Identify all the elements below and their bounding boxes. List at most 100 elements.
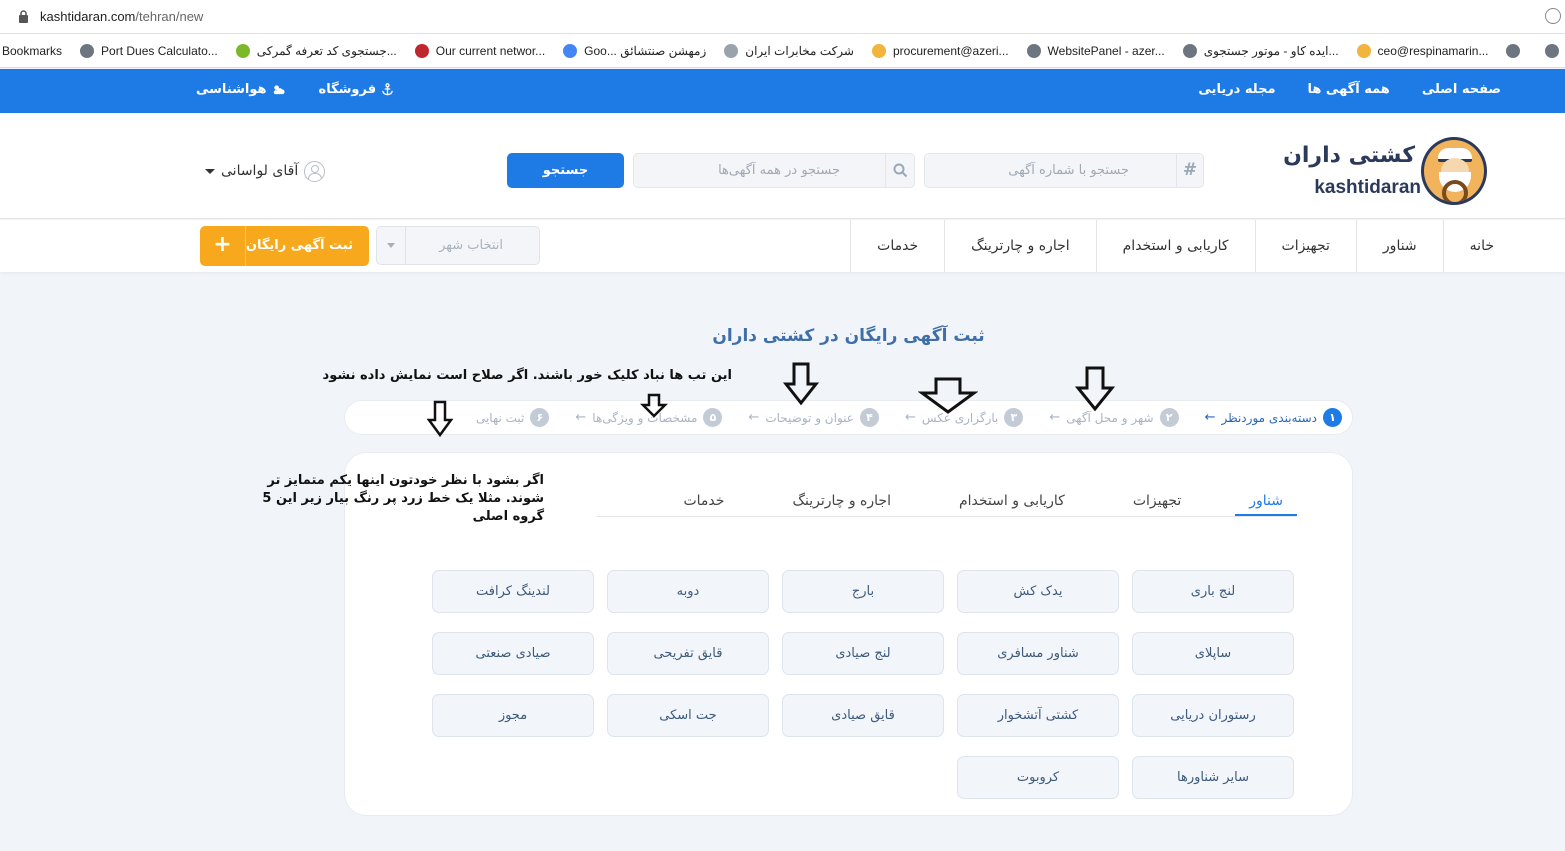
bookmark-favicon-icon [80, 43, 95, 58]
catnav-equipment[interactable]: تجهیزات [1254, 220, 1356, 272]
subcategory-chip[interactable]: جت اسکی [607, 694, 769, 737]
subcategory-chip[interactable]: دوبه [607, 570, 769, 613]
subcategory-chip[interactable]: مجوز [432, 694, 594, 737]
bookmark-item[interactable]: ceo@respinamarin... [1356, 43, 1488, 58]
step-label: دسته‌بندی موردنظر [1221, 410, 1318, 425]
catnav-jobs[interactable]: کاریابی و استخدام [1095, 220, 1255, 272]
bookmark-item[interactable]: جستجوی کد تعرفه گمرکی... [235, 43, 397, 58]
category-tab[interactable]: خدمات [669, 493, 738, 516]
bookmark-item[interactable] [1506, 43, 1527, 58]
bookmark-label: جستجوی کد تعرفه گمرکی... [256, 43, 397, 58]
subcategory-chip[interactable]: شناور مسافری [957, 632, 1119, 675]
bookmark-label: شرکت مخابرات ایران [745, 43, 854, 58]
bookmark-favicon-icon [1026, 43, 1041, 58]
topnav-shop-link[interactable]: فروشگاه [319, 82, 395, 97]
bookmark-item[interactable]: Port Dues Calculato... [80, 43, 218, 58]
user-name: آقای لواسانی [221, 163, 299, 179]
bookmark-item[interactable]: Bookmarks [2, 44, 62, 58]
annotation-arrow-down-icon [1075, 366, 1115, 412]
wizard-step: ۶ ثبت نهایی [475, 408, 550, 427]
subcategory-chip[interactable]: کشتی آتشخوار [957, 694, 1119, 737]
step-number: ۳ [1004, 408, 1024, 427]
bookmark-favicon-icon [1506, 43, 1521, 58]
browser-url-bar[interactable]: kashtidaran.com/tehran/new [0, 0, 1565, 34]
category-tab[interactable]: اجاره و چارترینگ [778, 493, 905, 516]
topnav-all-ads-link[interactable]: همه آگهی ها [1308, 82, 1390, 97]
annotation-note-groups: اگر بشود با نظر خودتون اینها یکم متمایز … [262, 473, 544, 524]
captain-emblem-icon [1421, 137, 1487, 205]
subcategory-chip[interactable]: یدک کش [957, 570, 1119, 613]
bookmark-item[interactable]: ایده کاو - موتور جستجوی... [1182, 43, 1339, 58]
chevron-down-icon [377, 227, 406, 264]
site-logo[interactable]: کشتی داران kashtidaran [1283, 137, 1487, 207]
step-number: ۱ [1323, 408, 1342, 427]
bookmark-item[interactable]: Our current networ... [414, 43, 545, 58]
catnav-services[interactable]: خدمات [850, 220, 944, 272]
subcategory-chip[interactable]: رستوران دریایی [1132, 694, 1294, 737]
subcategory-chip[interactable]: لنج باری [1132, 570, 1294, 613]
bookmark-item[interactable]: شرکت مخابرات ایران [724, 43, 854, 58]
bookmark-favicon-icon [1182, 43, 1197, 58]
catnav-vessel[interactable]: شناور [1355, 220, 1443, 272]
city-select[interactable]: انتخاب شهر [376, 226, 540, 265]
category-tab[interactable]: تجهیزات [1119, 493, 1195, 516]
anchor-icon [382, 83, 393, 96]
post-free-ad-button[interactable]: + ثبت آگهی رایگان [200, 226, 369, 266]
bookmark-item[interactable]: Goo... زمهشن صنتشائق [563, 43, 707, 58]
subcategory-chip[interactable]: قایق صیادی [782, 694, 944, 737]
site-header: کشتی داران kashtidaran # جستجو با شماره … [0, 113, 1565, 219]
bookmark-favicon-icon [1356, 43, 1371, 58]
bookmark-favicon-icon [563, 43, 578, 58]
topnav-weather-link[interactable]: هواشناسی [196, 82, 285, 97]
bookmark-label: Goo... زمهشن صنتشائق [584, 43, 707, 58]
step-number: ۴ [859, 408, 879, 427]
subcategory-chip[interactable]: صیادی صنعتی [432, 632, 594, 675]
bookmark-item[interactable]: Marine port ic [1545, 43, 1565, 58]
annotation-note-tabs: این تب ها نباد کلیک خور باشند. اگر صلاح … [322, 368, 732, 383]
topnav-home-link[interactable]: صفحه اصلی [1422, 82, 1501, 97]
arrow-left-icon: ← [904, 410, 916, 425]
subcategory-chip[interactable]: قایق تفریحی [607, 632, 769, 675]
search-icon[interactable] [885, 154, 914, 187]
bookmark-item[interactable]: WebsitePanel - azer... [1026, 43, 1165, 58]
top-nav-bar: صفحه اصلی همه آگهی ها مجله دریایی فروشگا… [0, 69, 1565, 113]
bookmark-favicon-icon [871, 43, 886, 58]
post-free-ad-label: ثبت آگهی رایگان [245, 238, 353, 253]
step-number: ۲ [1159, 408, 1179, 427]
search-number-placeholder: جستجو با شماره آگهی [1008, 163, 1129, 178]
search-all-placeholder: جستجو در همه آگهی‌ها [718, 163, 840, 178]
bookmark-favicon-icon [1545, 43, 1560, 58]
subcategory-chip[interactable]: کروبوت [957, 756, 1119, 799]
search-by-number-input[interactable]: # جستجو با شماره آگهی [924, 153, 1204, 188]
extension-icon[interactable] [1545, 8, 1561, 24]
subcategory-chip[interactable]: بارج [782, 570, 944, 613]
topnav-magazine-link[interactable]: مجله دریایی [1198, 82, 1275, 97]
search-all-input[interactable]: جستجو در همه آگهی‌ها [633, 153, 915, 188]
hash-icon: # [1176, 154, 1203, 187]
weather-icon [273, 85, 285, 95]
arrow-left-icon: ← [1204, 410, 1216, 425]
category-tab[interactable]: شناور [1235, 493, 1297, 516]
step-label: ثبت نهایی [475, 410, 525, 425]
plus-icon: + [200, 226, 246, 266]
subcategory-chip[interactable]: لندینگ کرافت [432, 570, 594, 613]
logo-text-fa: کشتی داران [1283, 143, 1415, 168]
category-tab[interactable]: کاریابی و استخدام [945, 493, 1079, 516]
subcategory-chip[interactable]: سایر شناورها [1132, 756, 1294, 799]
bookmark-favicon-icon [414, 43, 429, 58]
annotation-arrow-down-icon [426, 400, 454, 438]
user-menu[interactable]: آقای لواسانی [205, 159, 326, 183]
bookmark-item[interactable]: procurement@azeri... [871, 43, 1009, 58]
page-title: ثبت آگهی رایگان در کشتی داران [712, 326, 985, 346]
wizard-step: ۱ دسته‌بندی موردنظر ← [1205, 408, 1342, 427]
subcategory-chip[interactable]: لنج صیادی [782, 632, 944, 675]
annotation-arrow-down-icon [783, 362, 819, 406]
catnav-chartering[interactable]: اجاره و چارترینگ [944, 220, 1096, 272]
search-button[interactable]: جستجو [507, 153, 624, 188]
subcategory-chip[interactable]: ساپلای [1132, 632, 1294, 675]
step-number: ۵ [703, 408, 723, 427]
weather-label: هواشناسی [196, 82, 267, 97]
subcategory-grid: لنج باری یدک کش بارج دوبه لندینگ کرافت ساپلای… [432, 570, 1294, 799]
url-text[interactable]: kashtidaran.com/tehran/new [40, 9, 203, 24]
catnav-home[interactable]: خانه [1442, 220, 1520, 272]
